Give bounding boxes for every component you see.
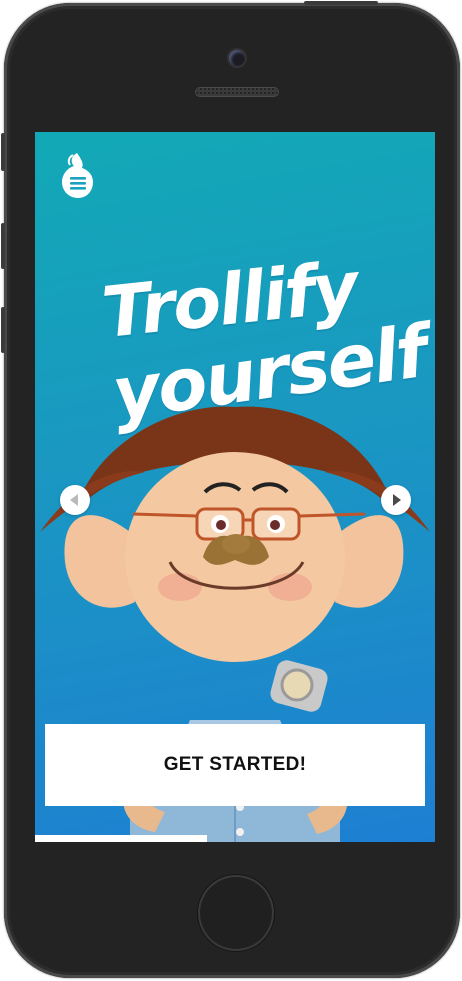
onboarding-progress-fill (35, 835, 207, 842)
chevron-right-icon (393, 494, 401, 506)
carousel-prev-button[interactable] (60, 485, 90, 515)
silent-switch (1, 133, 5, 171)
get-started-button[interactable]: GET STARTED! (45, 724, 425, 806)
front-camera (229, 50, 245, 66)
volume-down-button (1, 307, 5, 353)
app-screen: Trollify yourself GET STARTED! (35, 132, 435, 842)
volume-up-button (1, 223, 5, 269)
carousel-next-button[interactable] (381, 485, 411, 515)
chevron-left-icon (70, 494, 78, 506)
app-logo-title: Trollify yourself (69, 246, 430, 442)
onboarding-progress-bar (35, 835, 435, 842)
earpiece-speaker (195, 87, 279, 97)
flame-menu-icon[interactable] (57, 149, 97, 203)
power-button (304, 1, 378, 5)
home-button[interactable] (198, 875, 274, 951)
